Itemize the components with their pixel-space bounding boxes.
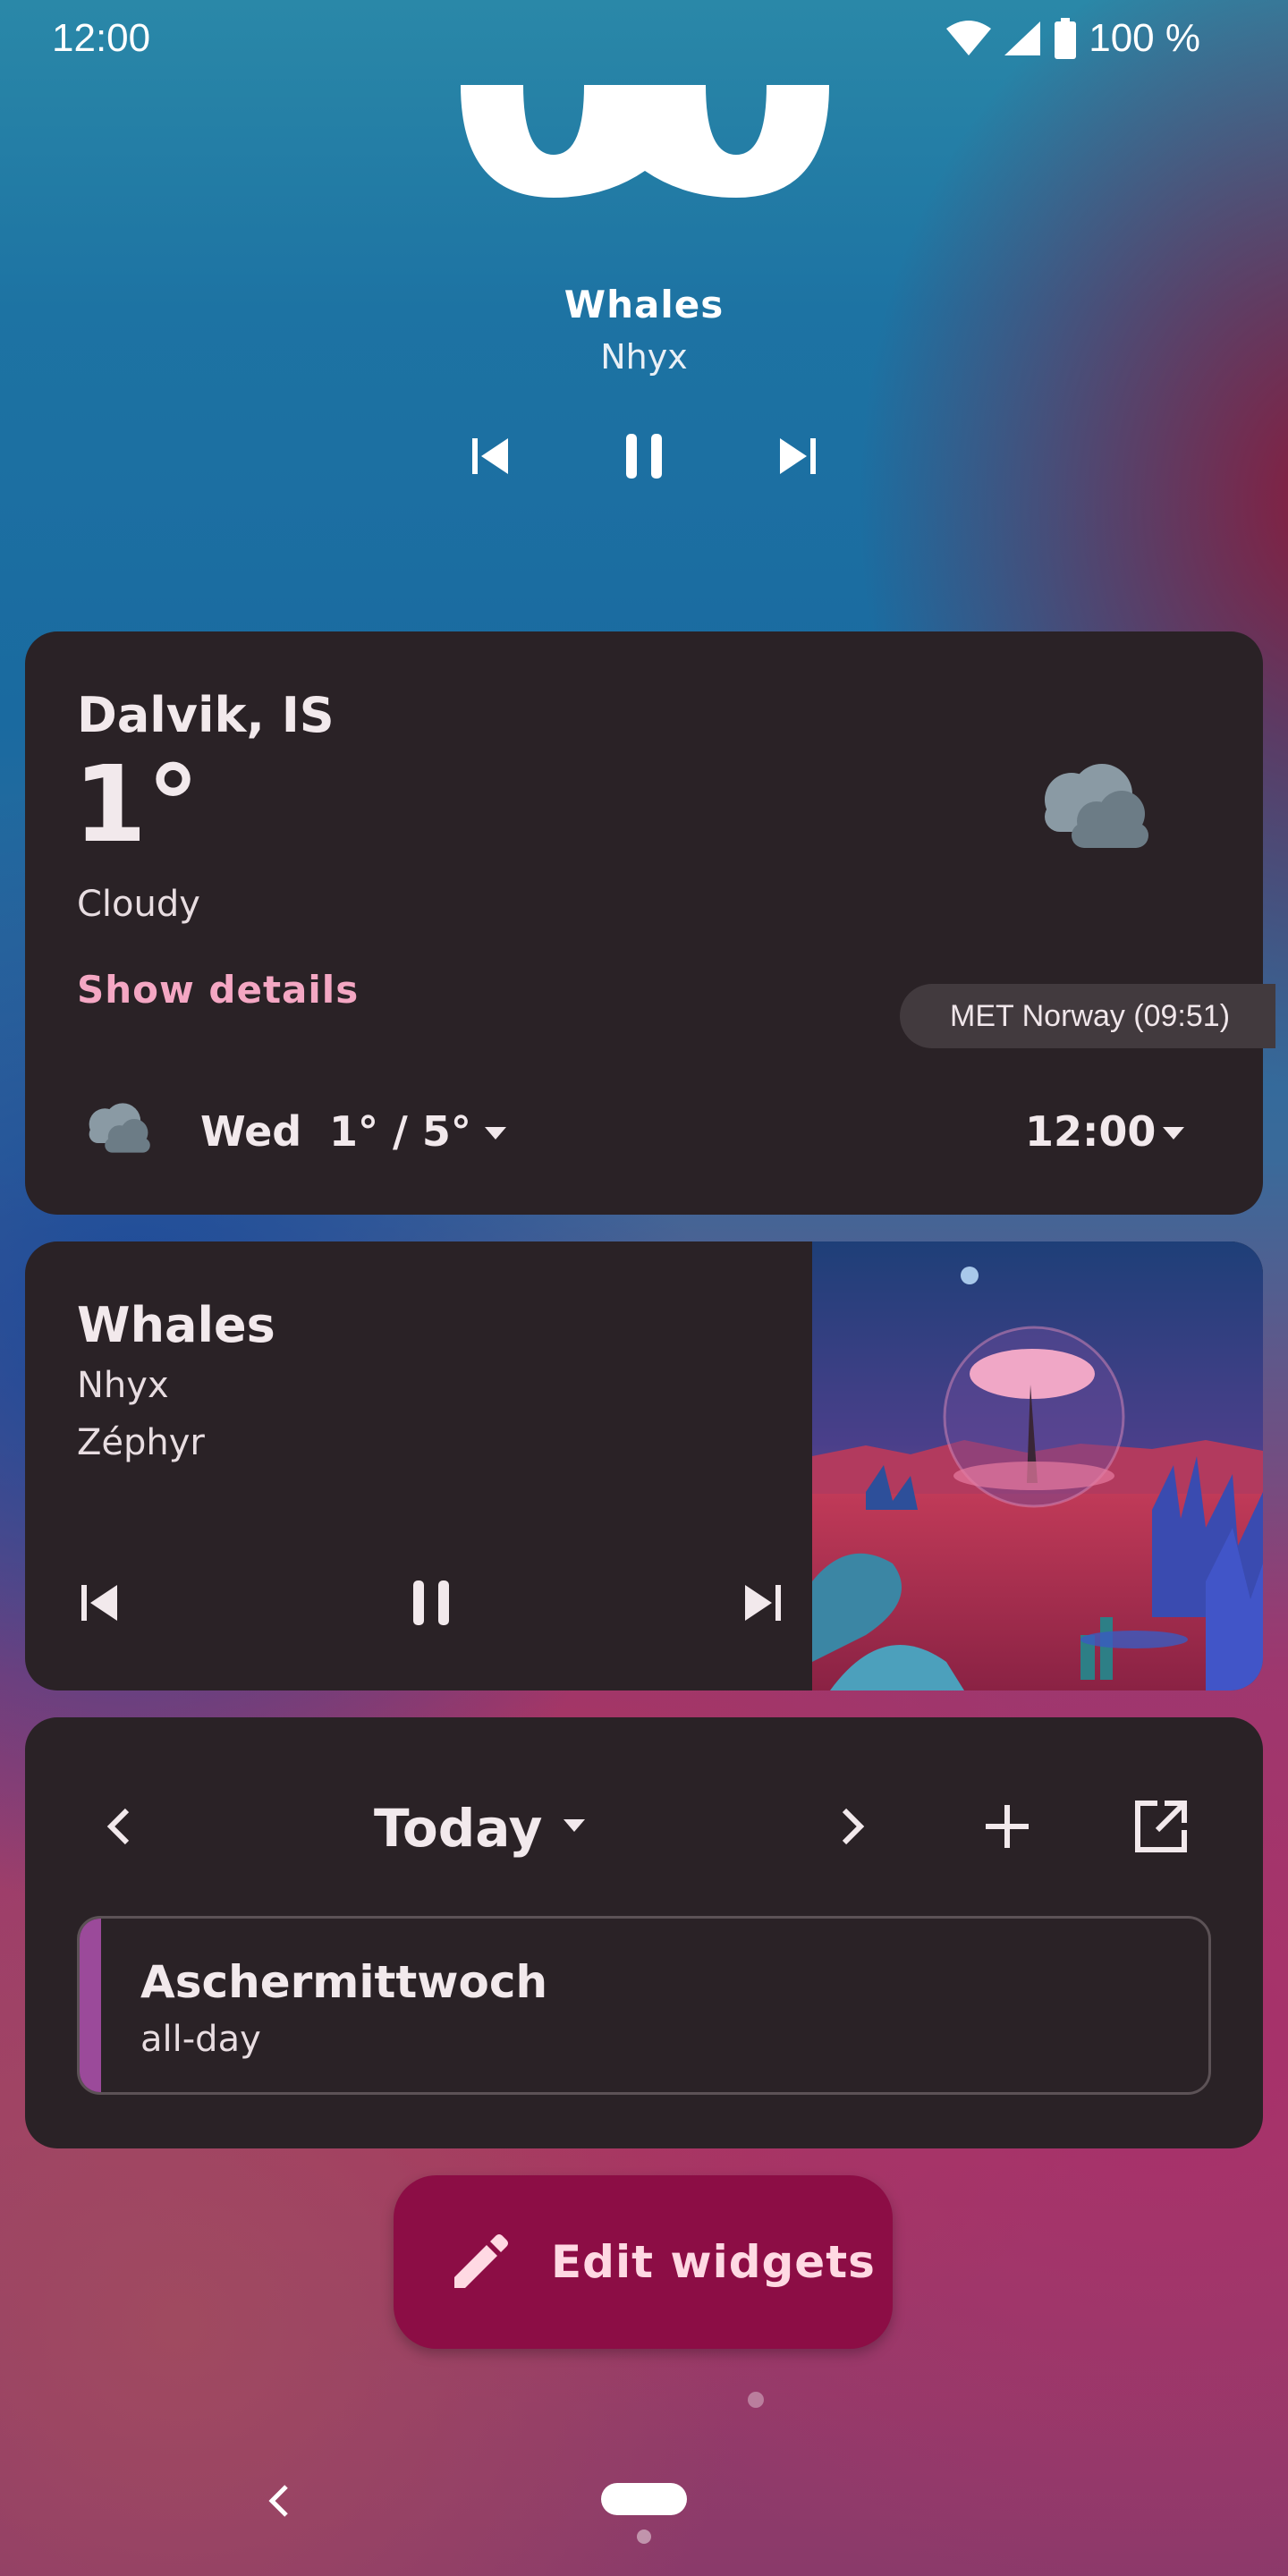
forecast-range[interactable]: 1° / 5° bbox=[329, 1107, 471, 1156]
weather-temperature: 1° bbox=[73, 742, 200, 866]
home-button[interactable] bbox=[601, 2483, 687, 2515]
event-color-bar bbox=[80, 1919, 101, 2092]
edit-widgets-button[interactable]: Edit widgets bbox=[394, 2175, 893, 2349]
skip-previous-icon bbox=[472, 438, 508, 474]
plus-icon[interactable] bbox=[984, 1803, 1030, 1850]
weather-widget[interactable]: Dalvik, IS 1° Cloudy Show details MET No… bbox=[25, 631, 1275, 1215]
wifi-icon bbox=[946, 21, 992, 55]
status-icons: 100 % bbox=[945, 16, 1200, 61]
caret-down-icon[interactable] bbox=[562, 1818, 587, 1834]
calendar-widget[interactable]: Today Aschermittwoch all-day bbox=[25, 1717, 1263, 2148]
event-title: Aschermittwoch bbox=[140, 1956, 548, 2008]
cloud-icon bbox=[1045, 764, 1148, 848]
weather-condition: Cloudy bbox=[77, 884, 200, 925]
media-title: Whales bbox=[564, 283, 724, 326]
pause-button[interactable] bbox=[409, 1576, 453, 1630]
music-widget[interactable]: Whales Nhyx Zéphyr bbox=[25, 1241, 1263, 1690]
nav-indicator-dot bbox=[637, 2529, 651, 2544]
signal-icon bbox=[1004, 21, 1041, 55]
music-title: Whales bbox=[77, 1297, 275, 1353]
music-artist: Nhyx bbox=[77, 1365, 169, 1406]
weather-location: Dalvik, IS bbox=[77, 687, 335, 743]
show-details-link[interactable]: Show details bbox=[77, 968, 359, 1012]
open-external-icon[interactable] bbox=[1132, 1798, 1190, 1855]
caret-down-icon[interactable] bbox=[483, 1125, 508, 1141]
skip-next-icon bbox=[745, 1585, 781, 1621]
weather-source-badge: MET Norway (09:51) bbox=[900, 984, 1275, 1048]
skip-next-button[interactable] bbox=[741, 1576, 785, 1630]
event-time: all-day bbox=[140, 2019, 261, 2060]
chevron-left-icon[interactable] bbox=[104, 1807, 131, 1846]
music-album: Zéphyr bbox=[77, 1422, 205, 1463]
caret-down-icon[interactable] bbox=[1161, 1125, 1186, 1141]
page-indicator bbox=[748, 2392, 764, 2408]
pencil-icon bbox=[454, 2234, 508, 2288]
back-icon[interactable] bbox=[265, 2483, 292, 2519]
edit-widgets-label: Edit widgets bbox=[551, 2236, 876, 2288]
skip-previous-button[interactable] bbox=[468, 429, 513, 483]
status-time: 12:00 bbox=[52, 16, 151, 60]
battery-icon bbox=[1055, 18, 1077, 59]
pause-icon bbox=[626, 434, 662, 479]
skip-next-button[interactable] bbox=[775, 429, 820, 483]
skip-next-icon bbox=[780, 438, 816, 474]
pause-icon bbox=[413, 1580, 449, 1625]
skip-previous-button[interactable] bbox=[77, 1576, 122, 1630]
calendar-range-label[interactable]: Today bbox=[374, 1798, 542, 1859]
music-controls bbox=[77, 1576, 785, 1630]
forecast-day: Wed bbox=[200, 1107, 302, 1156]
battery-percent: 100 % bbox=[1089, 16, 1200, 60]
chevron-right-icon[interactable] bbox=[841, 1807, 868, 1846]
album-art-logo bbox=[461, 85, 829, 198]
media-artist: Nhyx bbox=[600, 337, 688, 377]
pause-button[interactable] bbox=[622, 429, 666, 483]
album-cover-image bbox=[812, 1241, 1263, 1690]
skip-previous-icon bbox=[81, 1585, 117, 1621]
forecast-time[interactable]: 12:00 bbox=[1025, 1107, 1156, 1156]
cloud-icon bbox=[89, 1103, 150, 1153]
calendar-event[interactable]: Aschermittwoch all-day bbox=[77, 1916, 1211, 2095]
media-controls bbox=[0, 429, 1288, 483]
